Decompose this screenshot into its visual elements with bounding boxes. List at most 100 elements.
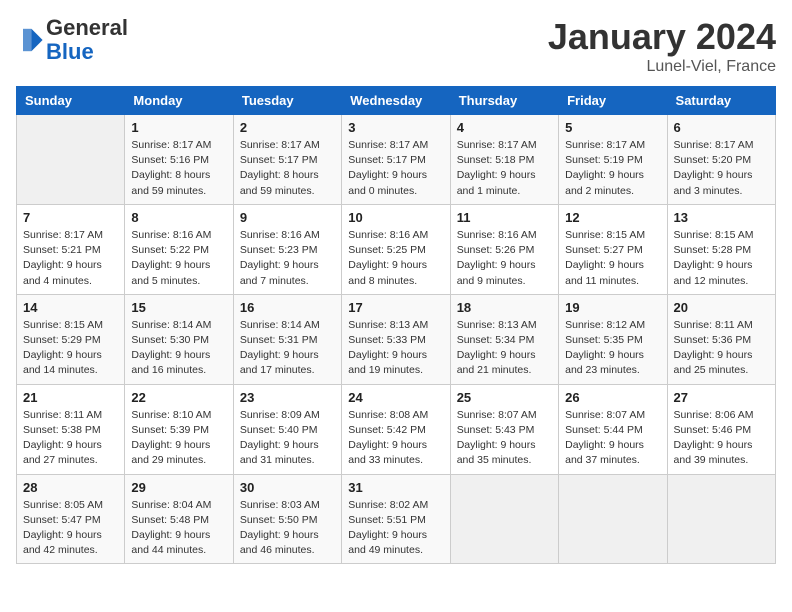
calendar-week-row: 28Sunrise: 8:05 AMSunset: 5:47 PMDayligh… [17,474,776,564]
weekday-header: Monday [125,87,233,115]
day-number: 13 [674,210,769,225]
calendar-cell: 30 Sunrise: 8:03 AMSunset: 5:50 PMDayligh… [233,474,341,564]
calendar-cell: 21 Sunrise: 8:11 AMSunset: 5:38 PMDayligh… [17,384,125,474]
weekday-header: Wednesday [342,87,450,115]
day-info: Sunrise: 8:17 AMSunset: 5:21 PMDaylight:… [23,228,118,289]
calendar-cell: 25 Sunrise: 8:07 AMSunset: 5:43 PMDayligh… [450,384,558,474]
weekday-header: Friday [559,87,667,115]
calendar-cell: 28Sunrise: 8:05 AMSunset: 5:47 PMDayligh… [17,474,125,564]
day-info: Sunrise: 8:16 AMSunset: 5:23 PMDaylight:… [240,228,335,289]
day-number: 19 [565,300,660,315]
day-number: 6 [674,120,769,135]
day-info: Sunrise: 8:07 AMSunset: 5:43 PMDaylight:… [457,408,552,469]
day-info: Sunrise: 8:15 AMSunset: 5:28 PMDaylight:… [674,228,769,289]
calendar-cell: 24Sunrise: 8:08 AMSunset: 5:42 PMDayligh… [342,384,450,474]
day-info: Sunrise: 8:11 AMSunset: 5:38 PMDaylight:… [23,408,118,469]
day-number: 26 [565,390,660,405]
day-info: Sunrise: 8:12 AMSunset: 5:35 PMDaylight:… [565,318,660,379]
day-info: Sunrise: 8:13 AMSunset: 5:33 PMDaylight:… [348,318,443,379]
day-info: Sunrise: 8:16 AMSunset: 5:25 PMDaylight:… [348,228,443,289]
weekday-header: Saturday [667,87,775,115]
day-info: Sunrise: 8:17 AMSunset: 5:17 PMDaylight:… [348,138,443,199]
header-row: SundayMondayTuesdayWednesdayThursdayFrid… [17,87,776,115]
logo-blue-text: Blue [46,39,94,64]
day-number: 25 [457,390,552,405]
calendar-week-row: 7Sunrise: 8:17 AMSunset: 5:21 PMDaylight… [17,204,776,294]
calendar-header: SundayMondayTuesdayWednesdayThursdayFrid… [17,87,776,115]
calendar-cell: 26 Sunrise: 8:07 AMSunset: 5:44 PMDayligh… [559,384,667,474]
title-area: January 2024 Lunel-Viel, France [548,16,776,76]
calendar-cell: 17Sunrise: 8:13 AMSunset: 5:33 PMDayligh… [342,294,450,384]
logo-general-text: General [46,15,128,40]
day-number: 16 [240,300,335,315]
weekday-header: Sunday [17,87,125,115]
day-number: 5 [565,120,660,135]
day-number: 12 [565,210,660,225]
day-info: Sunrise: 8:15 AMSunset: 5:27 PMDaylight:… [565,228,660,289]
calendar-cell: 6 Sunrise: 8:17 AMSunset: 5:20 PMDaylight… [667,115,775,205]
calendar-cell: 8Sunrise: 8:16 AMSunset: 5:22 PMDaylight… [125,204,233,294]
day-info: Sunrise: 8:03 AMSunset: 5:50 PMDaylight:… [240,498,335,559]
day-info: Sunrise: 8:17 AMSunset: 5:18 PMDaylight:… [457,138,552,199]
day-info: Sunrise: 8:14 AMSunset: 5:31 PMDaylight:… [240,318,335,379]
calendar-cell: 14 Sunrise: 8:15 AMSunset: 5:29 PMDayligh… [17,294,125,384]
calendar-week-row: 1Sunrise: 8:17 AMSunset: 5:16 PMDaylight… [17,115,776,205]
day-number: 10 [348,210,443,225]
calendar-week-row: 14 Sunrise: 8:15 AMSunset: 5:29 PMDayligh… [17,294,776,384]
day-number: 29 [131,480,226,495]
calendar-cell [559,474,667,564]
calendar-cell: 2 Sunrise: 8:17 AMSunset: 5:17 PMDaylight… [233,115,341,205]
calendar-cell [450,474,558,564]
day-number: 18 [457,300,552,315]
calendar-cell: 20 Sunrise: 8:11 AMSunset: 5:36 PMDayligh… [667,294,775,384]
day-info: Sunrise: 8:13 AMSunset: 5:34 PMDaylight:… [457,318,552,379]
day-number: 3 [348,120,443,135]
day-number: 2 [240,120,335,135]
location-title: Lunel-Viel, France [548,58,776,76]
day-number: 15 [131,300,226,315]
day-info: Sunrise: 8:09 AMSunset: 5:40 PMDaylight:… [240,408,335,469]
calendar-cell: 22 Sunrise: 8:10 AMSunset: 5:39 PMDayligh… [125,384,233,474]
day-info: Sunrise: 8:14 AMSunset: 5:30 PMDaylight:… [131,318,226,379]
day-number: 9 [240,210,335,225]
day-number: 24 [348,390,443,405]
day-info: Sunrise: 8:16 AMSunset: 5:22 PMDaylight:… [131,228,226,289]
month-title: January 2024 [548,16,776,58]
day-info: Sunrise: 8:17 AMSunset: 5:20 PMDaylight:… [674,138,769,199]
calendar-cell: 15 Sunrise: 8:14 AMSunset: 5:30 PMDayligh… [125,294,233,384]
day-number: 31 [348,480,443,495]
calendar-cell: 5 Sunrise: 8:17 AMSunset: 5:19 PMDaylight… [559,115,667,205]
calendar-cell: 4Sunrise: 8:17 AMSunset: 5:18 PMDaylight… [450,115,558,205]
calendar-cell: 1Sunrise: 8:17 AMSunset: 5:16 PMDaylight… [125,115,233,205]
day-info: Sunrise: 8:02 AMSunset: 5:51 PMDaylight:… [348,498,443,559]
day-number: 27 [674,390,769,405]
day-number: 22 [131,390,226,405]
day-info: Sunrise: 8:04 AMSunset: 5:48 PMDaylight:… [131,498,226,559]
day-info: Sunrise: 8:11 AMSunset: 5:36 PMDaylight:… [674,318,769,379]
day-info: Sunrise: 8:17 AMSunset: 5:19 PMDaylight:… [565,138,660,199]
calendar-cell: 13 Sunrise: 8:15 AMSunset: 5:28 PMDayligh… [667,204,775,294]
day-number: 20 [674,300,769,315]
calendar-cell: 18 Sunrise: 8:13 AMSunset: 5:34 PMDayligh… [450,294,558,384]
day-number: 14 [23,300,118,315]
weekday-header: Tuesday [233,87,341,115]
day-info: Sunrise: 8:17 AMSunset: 5:16 PMDaylight:… [131,138,226,199]
calendar-cell: 12 Sunrise: 8:15 AMSunset: 5:27 PMDayligh… [559,204,667,294]
calendar-cell: 10 Sunrise: 8:16 AMSunset: 5:25 PMDayligh… [342,204,450,294]
day-info: Sunrise: 8:07 AMSunset: 5:44 PMDaylight:… [565,408,660,469]
day-info: Sunrise: 8:16 AMSunset: 5:26 PMDaylight:… [457,228,552,289]
day-number: 28 [23,480,118,495]
day-number: 11 [457,210,552,225]
day-number: 30 [240,480,335,495]
day-number: 21 [23,390,118,405]
calendar-cell [667,474,775,564]
logo: General Blue [16,16,128,64]
day-info: Sunrise: 8:10 AMSunset: 5:39 PMDaylight:… [131,408,226,469]
day-info: Sunrise: 8:17 AMSunset: 5:17 PMDaylight:… [240,138,335,199]
calendar-cell: 16 Sunrise: 8:14 AMSunset: 5:31 PMDayligh… [233,294,341,384]
weekday-header: Thursday [450,87,558,115]
calendar-cell [17,115,125,205]
day-info: Sunrise: 8:15 AMSunset: 5:29 PMDaylight:… [23,318,118,379]
calendar-cell: 19 Sunrise: 8:12 AMSunset: 5:35 PMDayligh… [559,294,667,384]
page-header: General Blue January 2024 Lunel-Viel, Fr… [16,16,776,76]
